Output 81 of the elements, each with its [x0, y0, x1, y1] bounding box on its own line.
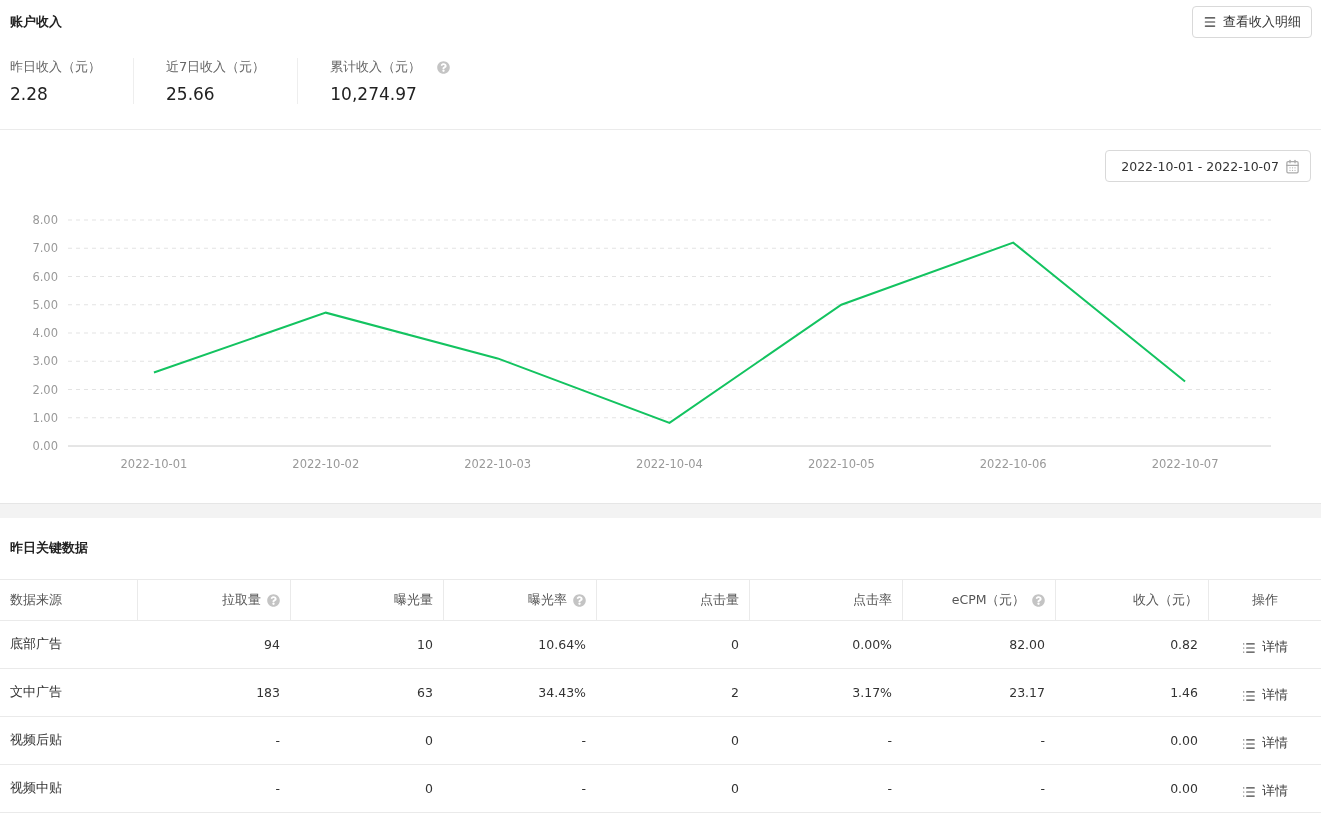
column-header: 数据来源 — [0, 579, 137, 621]
section-title: 账户收入 — [10, 13, 62, 31]
x-axis-label: 2022-10-04 — [636, 457, 703, 471]
table-cell: 10.64% — [443, 620, 596, 669]
table-cell: 2 — [596, 668, 749, 717]
table-cell: - — [902, 764, 1055, 813]
x-axis-label: 2022-10-07 — [1151, 457, 1219, 471]
stat-label: 近7日收入（元） — [166, 58, 266, 76]
table-cell: 0 — [596, 716, 749, 765]
table-cell: 0.00 — [1055, 716, 1208, 765]
x-axis-label: 2022-10-06 — [979, 457, 1047, 471]
y-axis-label: 6.00 — [32, 269, 58, 284]
stat-label: 昨日收入（元） — [10, 58, 101, 76]
y-axis-label: 8.00 — [32, 213, 58, 227]
details-link[interactable]: 详情 — [1242, 639, 1288, 657]
column-header: eCPM（元） — [902, 579, 1055, 621]
table-cell: - — [443, 764, 596, 813]
menu-icon — [1203, 15, 1217, 29]
y-axis-label: 3.00 — [32, 354, 58, 369]
y-axis-label: 5.00 — [32, 297, 58, 312]
help-icon[interactable] — [266, 593, 280, 607]
column-header: 曝光量 — [290, 579, 443, 621]
list-icon — [1242, 640, 1256, 655]
list-icon — [1242, 736, 1256, 751]
table-cell: 0 — [596, 620, 749, 669]
y-axis-label: 0.00 — [32, 439, 58, 453]
table-cell: 0.00 — [1055, 764, 1208, 813]
table-cell: - — [443, 716, 596, 765]
details-link[interactable]: 详情 — [1242, 783, 1288, 801]
help-icon[interactable] — [572, 593, 586, 607]
table-cell: 63 — [290, 668, 443, 717]
y-axis-label: 1.00 — [32, 410, 58, 425]
stat-value: 2.28 — [10, 84, 49, 104]
y-axis-label: 4.00 — [32, 326, 58, 340]
column-header: 点击率 — [749, 579, 902, 621]
table-cell: - — [749, 764, 902, 813]
column-header: 收入（元） — [1055, 579, 1208, 621]
income-detail-button[interactable]: 查看收入明细 — [1192, 6, 1312, 38]
table-cell: 视频中贴 — [0, 764, 137, 813]
y-axis-label: 7.00 — [32, 241, 58, 256]
table-cell: 0.00% — [749, 620, 902, 669]
column-header: 拉取量 — [137, 579, 290, 621]
details-link[interactable]: 详情 — [1242, 687, 1288, 705]
list-icon — [1242, 688, 1256, 703]
help-icon[interactable] — [437, 60, 451, 74]
table-cell: 1.46 — [1055, 668, 1208, 717]
details-link[interactable]: 详情 — [1242, 735, 1288, 753]
table-cell: 0.82 — [1055, 620, 1208, 669]
x-axis-label: 2022-10-01 — [120, 457, 188, 471]
stat-value: 25.66 — [166, 84, 216, 104]
column-header: 曝光率 — [443, 579, 596, 621]
y-axis-label: 2.00 — [32, 382, 58, 397]
stat-value: 10,274.97 — [330, 84, 418, 104]
table-cell: 94 — [137, 620, 290, 669]
table-cell: 3.17% — [749, 668, 902, 717]
table-cell: - — [749, 716, 902, 765]
table-cell: 0 — [596, 764, 749, 813]
table-cell: 视频后贴 — [0, 716, 137, 765]
section-title: 昨日关键数据 — [10, 540, 89, 557]
table-cell: 82.00 — [902, 620, 1055, 669]
calendar-icon — [1285, 158, 1300, 174]
table-cell: 底部广告 — [0, 620, 137, 669]
column-header: 点击量 — [596, 579, 749, 621]
table-cell: 0 — [290, 716, 443, 765]
table-cell: 23.17 — [902, 668, 1055, 717]
x-axis-label: 2022-10-03 — [464, 457, 532, 471]
help-icon[interactable] — [1031, 593, 1045, 607]
table-cell: - — [137, 716, 290, 765]
x-axis-label: 2022-10-05 — [807, 457, 875, 471]
table-cell: 34.43% — [443, 668, 596, 717]
date-range-picker[interactable]: 2022-10-01 - 2022-10-07 — [1105, 150, 1311, 182]
column-header: 操作 — [1208, 579, 1321, 621]
table-cell: 文中广告 — [0, 668, 137, 717]
table-cell: 10 — [290, 620, 443, 669]
table-cell: 0 — [290, 764, 443, 813]
stat-label: 累计收入（元） — [330, 58, 422, 76]
table-cell: - — [902, 716, 1055, 765]
table-cell: 183 — [137, 668, 290, 717]
table-cell: - — [137, 764, 290, 813]
list-icon — [1242, 784, 1256, 799]
x-axis-label: 2022-10-02 — [292, 457, 360, 471]
